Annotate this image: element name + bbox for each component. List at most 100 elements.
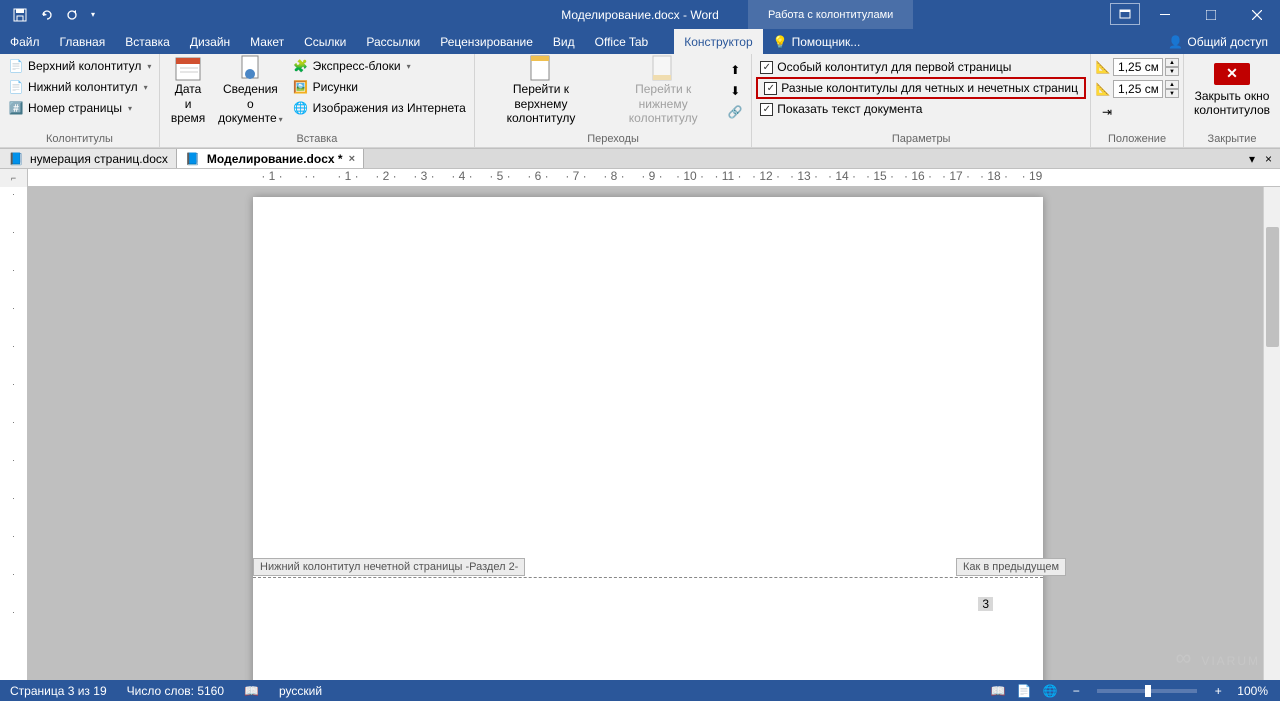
status-language[interactable]: русский: [269, 684, 332, 698]
doc-tab-1-label: нумерация страниц.docx: [30, 152, 168, 166]
minimize-button[interactable]: [1142, 0, 1188, 29]
qat-customize[interactable]: ▾: [86, 4, 100, 26]
close-header-footer-button[interactable]: ✕ Закрыть окно колонтитулов: [1188, 56, 1276, 124]
scrollbar-thumb[interactable]: [1266, 227, 1279, 347]
status-page[interactable]: Страница 3 из 19: [0, 684, 117, 698]
document-canvas: ············ 3 Нижний колонтитул нечетно…: [0, 187, 1280, 680]
page-number-field[interactable]: 3: [978, 597, 993, 611]
zoom-out-button[interactable]: −: [1065, 682, 1087, 700]
prev-icon: ⬆: [727, 62, 743, 78]
checkbox-icon: ✓: [764, 82, 777, 95]
menu-constructor[interactable]: Конструктор: [674, 29, 762, 54]
ribbon-display-options[interactable]: [1110, 3, 1140, 25]
footer-icon: 📄: [8, 79, 24, 95]
doc-tab-2-label: Моделирование.docx *: [207, 152, 343, 166]
view-web-layout[interactable]: 🌐: [1039, 682, 1061, 700]
zoom-slider-thumb[interactable]: [1145, 685, 1151, 697]
close-button[interactable]: [1234, 0, 1280, 29]
spinner-buttons[interactable]: ▲▼: [1165, 80, 1179, 98]
menu-layout[interactable]: Макет: [240, 29, 294, 54]
highlighted-option: ✓ Разные колонтитулы для четных и нечетны…: [756, 77, 1086, 99]
share-button[interactable]: 👤 Общий доступ: [1156, 29, 1280, 54]
footer-boundary-line: [253, 577, 1043, 578]
header-from-top-input[interactable]: [1113, 58, 1163, 76]
tab-close-button[interactable]: ×: [1261, 152, 1276, 166]
quickparts-button[interactable]: 🧩Экспресс-блоки▾: [289, 56, 470, 76]
checkbox-icon: ✓: [760, 103, 773, 116]
maximize-button[interactable]: [1188, 0, 1234, 29]
footer-from-bottom-input[interactable]: [1113, 80, 1163, 98]
vertical-ruler[interactable]: ············: [0, 187, 28, 680]
ruler-corner[interactable]: ⌐: [0, 169, 28, 187]
vertical-scrollbar[interactable]: [1263, 187, 1280, 680]
page[interactable]: 3: [253, 197, 1043, 680]
different-first-page-checkbox[interactable]: ✓Особый колонтитул для первой страницы: [756, 58, 1086, 76]
docinfo-button[interactable]: Сведения о документе▾: [212, 56, 289, 124]
ribbon: 📄Верхний колонтитул▾ 📄Нижний колонтитул▾…: [0, 54, 1280, 148]
menu-home[interactable]: Главная: [50, 29, 116, 54]
zoom-in-button[interactable]: +: [1207, 682, 1229, 700]
horizontal-ruler[interactable]: · 1 ·· ·· 1 ·· 2 ·· 3 ·· 4 ·· 5 ·· 6 ·· …: [28, 169, 1280, 187]
goto-header-button[interactable]: Перейти к верхнему колонтитулу: [479, 56, 603, 124]
window-title: Моделирование.docx - Word: [561, 8, 719, 22]
show-document-text-checkbox[interactable]: ✓ Показать текст документа: [756, 100, 1086, 118]
nav-prev-button[interactable]: ⬆: [723, 60, 747, 80]
doc-tab-1[interactable]: 📘 нумерация страниц.docx: [0, 149, 177, 168]
onlinepics-button[interactable]: 🌐Изображения из Интернета: [289, 98, 470, 118]
goto-footer-label1: Перейти к нижнему: [609, 82, 717, 111]
menu-mailings[interactable]: Рассылки: [356, 29, 430, 54]
header-from-top-spinner[interactable]: 📐 ▲▼: [1095, 58, 1179, 76]
menu-file[interactable]: Файл: [0, 29, 50, 54]
status-words[interactable]: Число слов: 5160: [117, 684, 234, 698]
tab-icon: ⇥: [1099, 104, 1115, 120]
link-prev-button[interactable]: 🔗: [723, 102, 747, 122]
showtext-label: Показать текст документа: [777, 102, 922, 116]
pictures-button[interactable]: 🖼️Рисунки: [289, 77, 470, 97]
ribbon-group-close: ✕ Закрыть окно колонтитулов Закрытие: [1184, 54, 1280, 147]
word-doc-icon: 📘: [185, 151, 201, 167]
zoom-level[interactable]: 100%: [1233, 684, 1272, 698]
undo-button[interactable]: [34, 4, 58, 26]
datetime-button[interactable]: Дата и время: [164, 56, 212, 124]
zoom-slider[interactable]: [1097, 689, 1197, 693]
header-button[interactable]: 📄Верхний колонтитул▾: [4, 56, 155, 76]
menu-review[interactable]: Рецензирование: [430, 29, 543, 54]
close-tab-icon[interactable]: ×: [349, 153, 355, 165]
onlinepics-icon: 🌐: [293, 100, 309, 116]
insert-alignment-tab[interactable]: ⇥: [1095, 102, 1179, 122]
menu-references[interactable]: Ссылки: [294, 29, 356, 54]
menu-view[interactable]: Вид: [543, 29, 585, 54]
footer-button[interactable]: 📄Нижний колонтитул▾: [4, 77, 155, 97]
pagenum-button[interactable]: #️⃣Номер страницы▾: [4, 98, 155, 118]
oddeven-label: Разные колонтитулы для четных и нечетных…: [781, 81, 1078, 95]
footer-tag-right: Как в предыдущем: [956, 558, 1066, 576]
menubar: Файл Главная Вставка Дизайн Макет Ссылки…: [0, 29, 1280, 54]
ribbon-group-position: 📐 ▲▼ 📐 ▲▼ ⇥ Положение: [1091, 54, 1184, 147]
menu-design[interactable]: Дизайн: [180, 29, 240, 54]
nav-next-button[interactable]: ⬇: [723, 81, 747, 101]
view-print-layout[interactable]: 📄: [1013, 682, 1035, 700]
document-area[interactable]: 3 Нижний колонтитул нечетной страницы -Р…: [28, 187, 1280, 680]
menu-officetab[interactable]: Office Tab: [585, 29, 659, 54]
menu-insert[interactable]: Вставка: [115, 29, 180, 54]
view-read-mode[interactable]: 📖: [987, 682, 1009, 700]
goto-header-label1: Перейти к верхнему: [485, 82, 597, 111]
ruler-area: ⌐ · 1 ·· ·· 1 ·· 2 ·· 3 ·· 4 ·· 5 ·· 6 ·…: [0, 169, 1280, 187]
goto-footer-button: Перейти к нижнему колонтитулу: [603, 56, 723, 124]
save-button[interactable]: [8, 4, 32, 26]
status-right: 📖 📄 🌐 − + 100%: [987, 682, 1280, 700]
group-label-insert: Вставка: [164, 132, 470, 147]
doc-tab-2[interactable]: 📘 Моделирование.docx * ×: [177, 149, 364, 168]
tell-me-search[interactable]: 💡 Помощник...: [763, 29, 871, 54]
redo-button[interactable]: [60, 4, 84, 26]
footer-label: Нижний колонтитул: [28, 80, 138, 94]
odd-even-pages-checkbox[interactable]: ✓ Разные колонтитулы для четных и нечетны…: [760, 79, 1082, 97]
lightbulb-icon: 💡: [773, 35, 788, 49]
tab-menu-button[interactable]: ▾: [1245, 152, 1259, 166]
ribbon-group-insert: Дата и время Сведения о документе▾ 🧩Эксп…: [160, 54, 475, 147]
status-spellcheck[interactable]: 📖: [234, 684, 269, 698]
close-icon: ✕: [1214, 63, 1250, 85]
footer-from-bottom-spinner[interactable]: 📐 ▲▼: [1095, 80, 1179, 98]
group-label-options: Параметры: [756, 132, 1086, 147]
spinner-buttons[interactable]: ▲▼: [1165, 58, 1179, 76]
